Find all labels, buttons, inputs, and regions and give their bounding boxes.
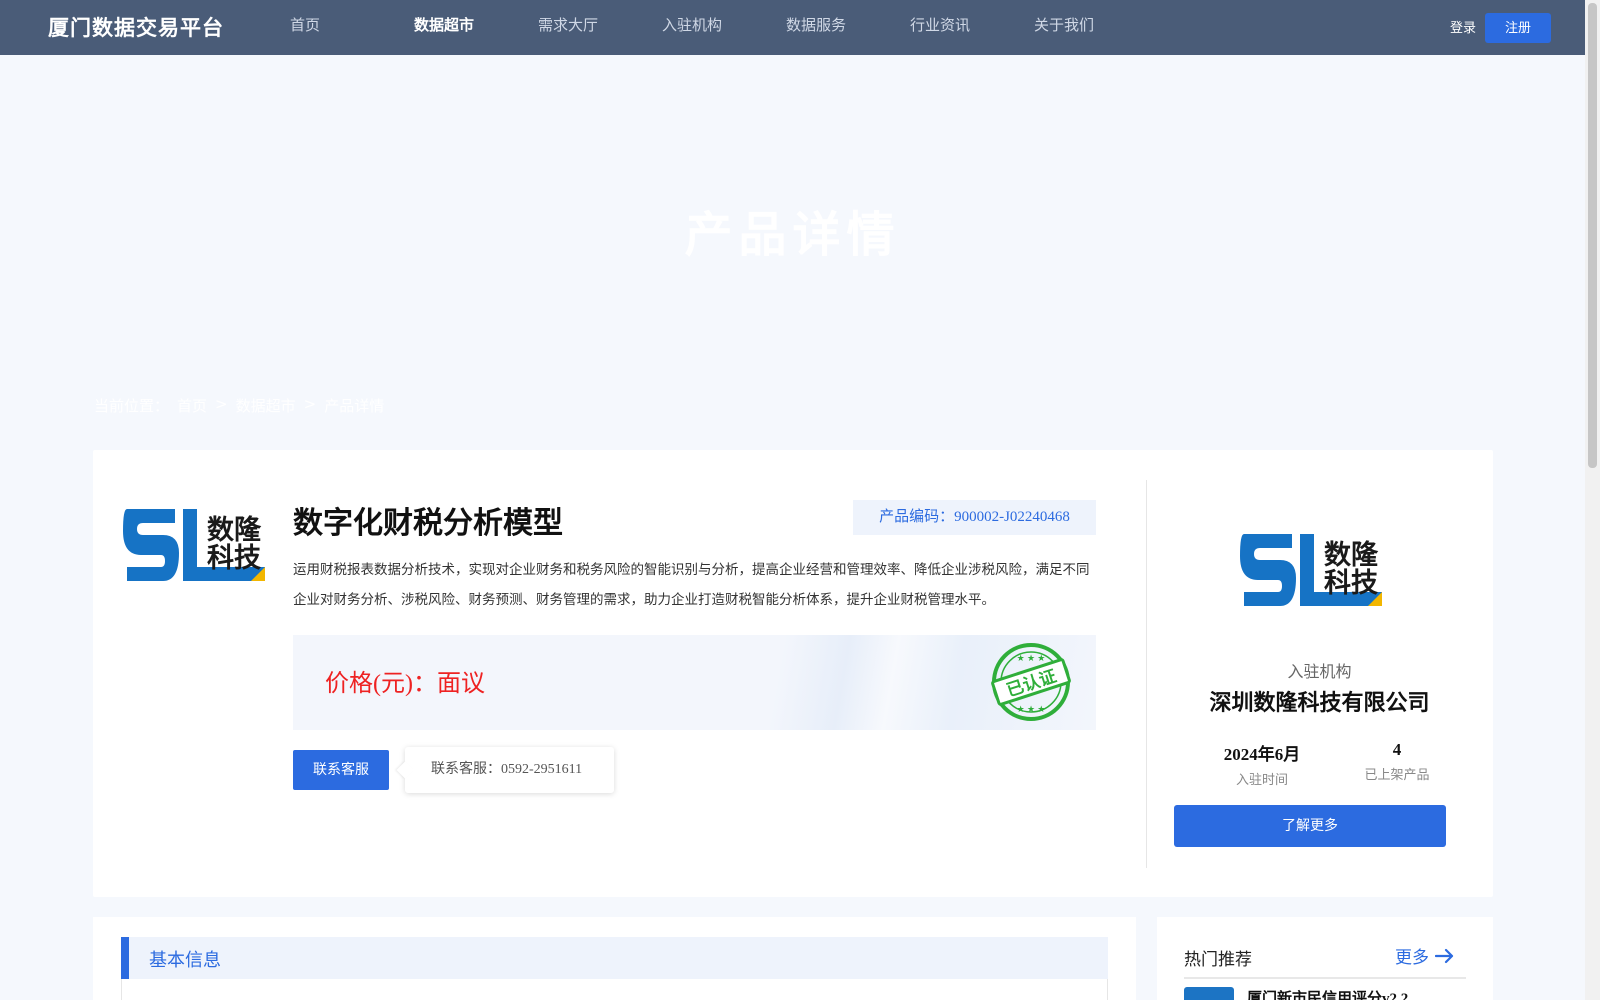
- hot-item-title[interactable]: 厦门新市民信用评分v2.2: [1247, 987, 1408, 1000]
- certified-stamp-icon: 已认证 ★ ★ ★ ★ ★ ★: [991, 643, 1071, 721]
- org-label: 入驻机构: [1287, 662, 1352, 681]
- arrow-right-icon: [1435, 948, 1454, 963]
- breadcrumb: 当前位置： 首页 > 数据超市 > 产品详情: [94, 395, 384, 416]
- basic-info-header: 基本信息: [121, 937, 1108, 979]
- page-scrollbar[interactable]: [1585, 0, 1600, 1000]
- product-description: 运用财税报表数据分析技术，实现对企业财务和税务风险的智能识别与分析，提高企业经营…: [293, 562, 1090, 608]
- site-logo[interactable]: 厦门数据交易平台: [48, 12, 224, 42]
- contact-phone-tooltip: 联系客服：0592-2951611: [405, 747, 614, 793]
- nav-industry-news[interactable]: 行业资讯: [910, 0, 1034, 55]
- logo-text-line2: 科技: [207, 543, 261, 574]
- learn-more-button[interactable]: 了解更多: [1174, 805, 1446, 847]
- hot-item-thumbnail[interactable]: [1184, 987, 1234, 1000]
- product-count-label: 已上架产品: [1364, 768, 1430, 783]
- hot-more-label: 更多: [1395, 948, 1429, 968]
- org-product-count: 4 已上架产品: [1317, 740, 1477, 783]
- svg-text:★ ★ ★: ★ ★ ★: [1017, 704, 1046, 714]
- contact-service-button[interactable]: 联系客服: [293, 750, 389, 790]
- breadcrumb-data-market[interactable]: 数据超市: [236, 395, 296, 416]
- hot-more-link[interactable]: 更多: [1395, 943, 1455, 968]
- breadcrumb-separator: >: [215, 395, 228, 413]
- nav-home[interactable]: 首页: [290, 0, 414, 55]
- nav-data-market[interactable]: 数据超市: [414, 0, 538, 55]
- register-button[interactable]: 注册: [1485, 13, 1551, 43]
- org-logo-icon: 数隆 科技: [1240, 534, 1382, 606]
- product-card: 数隆 科技 数字化财税分析模型 产品编码：900002-J02240468 运用…: [93, 450, 1493, 897]
- price-box: 价格(元)：面议 已认证 ★ ★ ★ ★ ★ ★: [293, 635, 1096, 730]
- price-text: 价格(元)：面议: [325, 671, 485, 697]
- nav-about-us[interactable]: 关于我们: [1034, 0, 1158, 55]
- breadcrumb-prefix: 当前位置：: [94, 397, 170, 415]
- breadcrumb-home[interactable]: 首页: [177, 395, 207, 416]
- breadcrumb-separator: >: [303, 395, 317, 413]
- breadcrumb-current: 产品详情: [324, 397, 385, 415]
- hot-recommend-panel: 热门推荐 更多 厦门新市民信用评分v2.2: [1157, 917, 1493, 1000]
- basic-info-panel: 基本信息: [93, 917, 1136, 1000]
- login-link[interactable]: 登录: [1450, 17, 1476, 36]
- product-code-badge: 产品编码：900002-J02240468: [853, 500, 1096, 535]
- org-logo-text-line1: 数隆: [1324, 540, 1379, 571]
- nav-institutions[interactable]: 入驻机构: [662, 0, 786, 55]
- contact-phone-text: 联系客服：0592-2951611: [431, 762, 583, 777]
- svg-text:★ ★ ★: ★ ★ ★: [1017, 653, 1046, 663]
- product-count-value: 4: [1392, 740, 1402, 759]
- nav-demand-hall[interactable]: 需求大厅: [538, 0, 662, 55]
- basic-info-table: [121, 979, 1108, 1000]
- org-name[interactable]: 深圳数隆科技有限公司: [1146, 685, 1493, 717]
- shulong-logo-icon: 数隆 科技: [123, 509, 265, 581]
- hot-recommend-title: 热门推荐: [1184, 950, 1252, 970]
- nav-data-services[interactable]: 数据服务: [786, 0, 910, 55]
- product-title: 数字化财税分析模型: [293, 506, 563, 541]
- page-banner: 产品详情 当前位置： 首页 > 数据超市 > 产品详情: [0, 55, 1585, 450]
- hot-divider: [1184, 977, 1466, 979]
- top-navbar: 厦门数据交易平台 首页 数据超市 需求大厅 入驻机构 数据服务 行业资讯 关于我…: [0, 0, 1585, 55]
- org-logo-text-line2: 科技: [1324, 568, 1378, 599]
- banner-title: 产品详情: [684, 207, 901, 263]
- logo-text-line1: 数隆: [207, 515, 262, 546]
- scrollbar-thumb[interactable]: [1588, 3, 1597, 468]
- basic-info-title: 基本信息: [149, 950, 221, 971]
- main-nav: 首页 数据超市 需求大厅 入驻机构 数据服务 行业资讯 关于我们: [290, 0, 1158, 55]
